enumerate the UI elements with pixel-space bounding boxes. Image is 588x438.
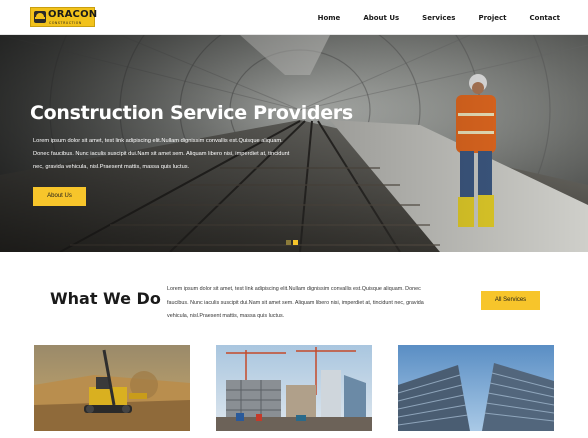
nav-contact[interactable]: Contact (530, 14, 561, 22)
main-nav: Home About Us Services Project Contact (295, 0, 560, 35)
section-description-line: faucibus. Nunc iaculis suscipit dui.Nam … (167, 299, 424, 306)
service-card-construction[interactable] (216, 345, 372, 431)
hero-description: Lorem ipsum dolor sit amet, test link ad… (33, 135, 318, 174)
section-description-line: Lorem ipsum dolor sit amet, test link ad… (167, 286, 421, 292)
site-logo[interactable]: ORACON CONSTRUCTION (30, 7, 98, 27)
hero-description-line: Lorem ipsum dolor sit amet, test link ad… (33, 138, 283, 144)
section-description-line: vehicula, nisl.Praesent mattis, massa qu… (167, 313, 285, 319)
hardhat-icon (34, 11, 46, 23)
logo-title: ORACON (48, 9, 98, 20)
drilling-rig-image (34, 345, 190, 431)
slider-dots (286, 240, 298, 245)
nav-project[interactable]: Project (478, 14, 506, 22)
service-card-buildings[interactable] (398, 345, 554, 431)
section-title: What We Do (50, 289, 161, 308)
construction-site-image (216, 345, 372, 431)
hero-slider: Construction Service Providers Lorem ips… (0, 35, 588, 252)
hero-title: Construction Service Providers (30, 102, 353, 124)
hero-description-line: nec, gravida vehicula, nisl.Praesent mat… (33, 164, 190, 170)
logo-subtitle: CONSTRUCTION (49, 21, 82, 25)
site-header: ORACON CONSTRUCTION Home About Us Servic… (0, 0, 588, 35)
hero-description-line: Donec faucibus. Nunc iaculis suscipit du… (33, 151, 290, 157)
nav-services[interactable]: Services (422, 14, 455, 22)
all-services-button[interactable]: All Services (481, 291, 540, 310)
slider-dot-1[interactable] (286, 240, 291, 245)
service-card-drilling[interactable] (34, 345, 190, 431)
section-description: Lorem ipsum dolor sit amet, test link ad… (167, 283, 467, 324)
nav-about-us[interactable]: About Us (363, 14, 399, 22)
high-rise-buildings-image (398, 345, 554, 431)
about-us-button[interactable]: About Us (33, 187, 86, 206)
nav-home[interactable]: Home (318, 14, 341, 22)
slider-dot-2[interactable] (293, 240, 298, 245)
